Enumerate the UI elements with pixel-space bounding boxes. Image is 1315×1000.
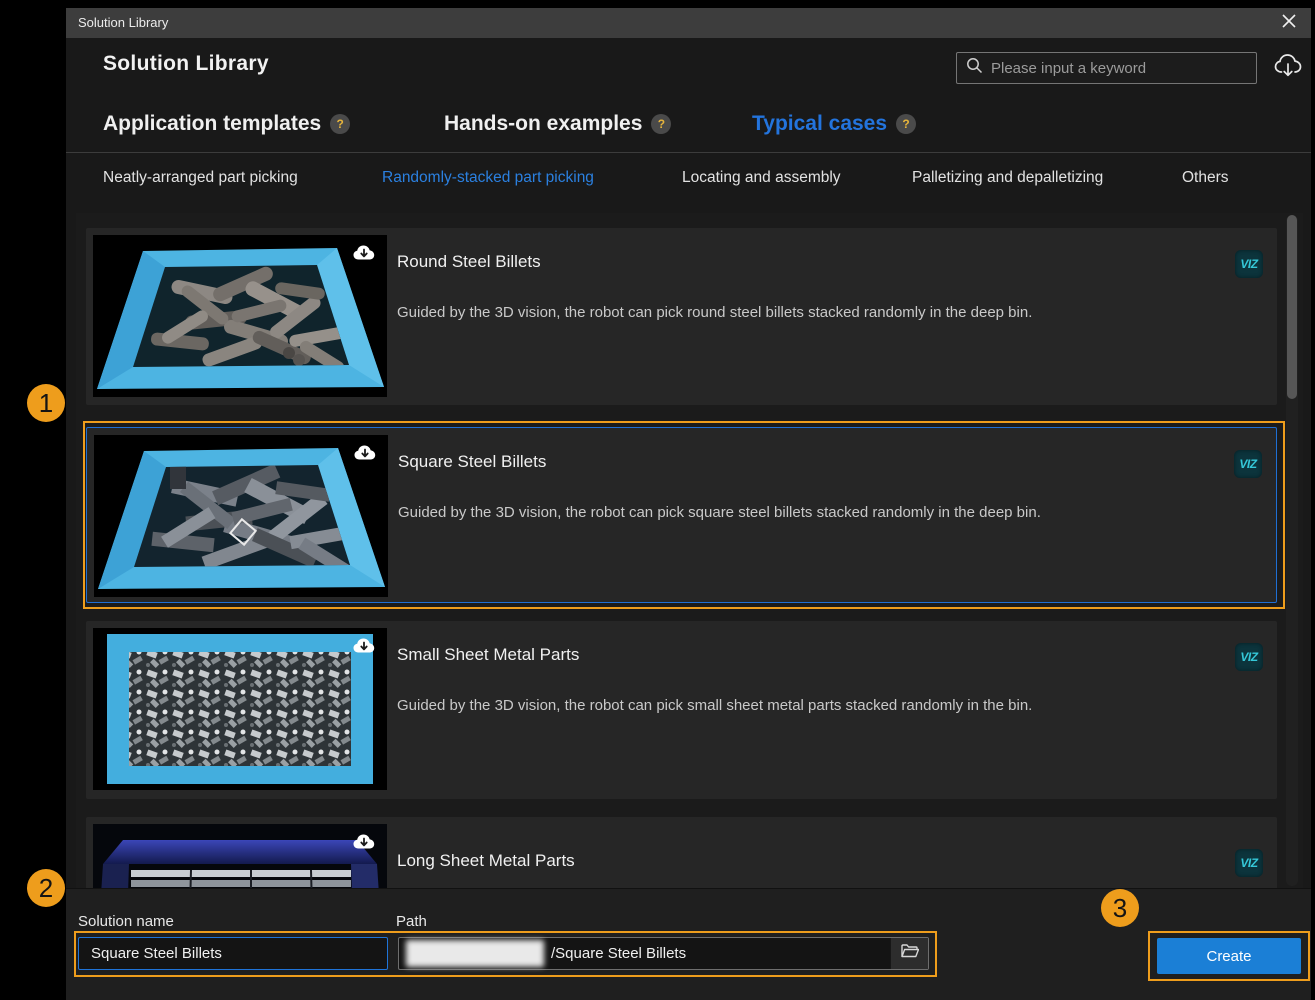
solution-description: Guided by the 3D vision, the robot can p… — [397, 697, 1032, 714]
path-redacted-segment — [406, 940, 544, 967]
path-suffix-text: /Square Steel Billets — [551, 938, 686, 969]
folder-icon — [900, 943, 919, 964]
help-icon[interactable]: ? — [896, 114, 916, 134]
subtab-palletizing-and-depalletizing[interactable]: Palletizing and depalletizing — [912, 169, 1103, 187]
scrollbar-thumb[interactable] — [1287, 215, 1297, 399]
solution-name-label: Solution name — [78, 913, 174, 930]
solution-title: Long Sheet Metal Parts — [397, 851, 575, 871]
dialog-title: Solution Library — [78, 8, 168, 38]
card-square-steel-billets[interactable]: Square Steel Billets Guided by the 3D vi… — [86, 427, 1277, 603]
tab-label: Application templates — [103, 112, 321, 136]
thumbnail-download-icon — [351, 832, 377, 852]
subtab-neatly-arranged-part-picking[interactable]: Neatly-arranged part picking — [103, 169, 298, 187]
tab-label: Hands-on examples — [444, 112, 642, 136]
annotation-step-3: 3 — [1101, 889, 1139, 927]
search-input[interactable] — [989, 59, 1256, 78]
help-icon[interactable]: ? — [330, 114, 350, 134]
cloud-download-button[interactable] — [1272, 52, 1304, 84]
tabs-divider — [66, 152, 1311, 153]
solution-list: Round Steel Billets Guided by the 3D vis… — [76, 213, 1303, 888]
solution-title: Small Sheet Metal Parts — [397, 645, 579, 665]
cloud-download-icon — [1272, 50, 1304, 87]
card-long-sheet-metal-parts[interactable]: Long Sheet Metal Parts VIZ — [86, 817, 1277, 888]
solution-thumbnail — [94, 435, 388, 597]
viz-badge-icon: VIZ — [1235, 250, 1263, 278]
create-button[interactable]: Create — [1157, 938, 1301, 974]
tab-application-templates[interactable]: Application templates ? — [103, 112, 350, 136]
search-box[interactable] — [956, 52, 1257, 84]
help-icon[interactable]: ? — [651, 114, 671, 134]
browse-folder-button[interactable] — [890, 938, 928, 969]
tab-typical-cases[interactable]: Typical cases ? — [752, 112, 916, 136]
solution-thumbnail — [93, 235, 387, 397]
thumbnail-download-icon — [352, 443, 378, 463]
subtab-randomly-stacked-part-picking[interactable]: Randomly-stacked part picking — [382, 169, 594, 187]
solution-description: Guided by the 3D vision, the robot can p… — [397, 304, 1032, 321]
subtab-others[interactable]: Others — [1182, 169, 1229, 187]
solution-title: Round Steel Billets — [397, 252, 541, 272]
viz-badge-icon: VIZ — [1234, 450, 1262, 478]
solution-thumbnail — [93, 628, 387, 790]
solution-description: Guided by the 3D vision, the robot can p… — [398, 504, 1041, 521]
tab-label: Typical cases — [752, 112, 887, 136]
scrollbar[interactable] — [1286, 215, 1298, 886]
solution-name-input[interactable] — [78, 937, 388, 970]
thumbnail-download-icon — [351, 243, 377, 263]
viz-badge-icon: VIZ — [1235, 643, 1263, 671]
dialog-titlebar: Solution Library — [66, 8, 1311, 38]
card-round-steel-billets[interactable]: Round Steel Billets Guided by the 3D vis… — [86, 228, 1277, 405]
annotation-step-2: 2 — [27, 869, 65, 907]
solution-title: Square Steel Billets — [398, 452, 546, 472]
path-input[interactable]: /Square Steel Billets — [398, 937, 929, 970]
solution-thumbnail — [93, 824, 387, 888]
solution-library-dialog: Solution Library Solution Library Applic… — [66, 8, 1311, 1000]
viz-badge-icon: VIZ — [1235, 849, 1263, 877]
annotation-step-1: 1 — [27, 384, 65, 422]
card-small-sheet-metal-parts[interactable]: Small Sheet Metal Parts Guided by the 3D… — [86, 621, 1277, 799]
close-icon — [1282, 14, 1296, 33]
page-title: Solution Library — [103, 52, 269, 76]
search-icon — [957, 57, 989, 79]
thumbnail-download-icon — [351, 636, 377, 656]
path-label: Path — [396, 913, 427, 930]
subtab-locating-and-assembly[interactable]: Locating and assembly — [682, 169, 841, 187]
close-button[interactable] — [1273, 8, 1305, 38]
tab-hands-on-examples[interactable]: Hands-on examples ? — [444, 112, 671, 136]
